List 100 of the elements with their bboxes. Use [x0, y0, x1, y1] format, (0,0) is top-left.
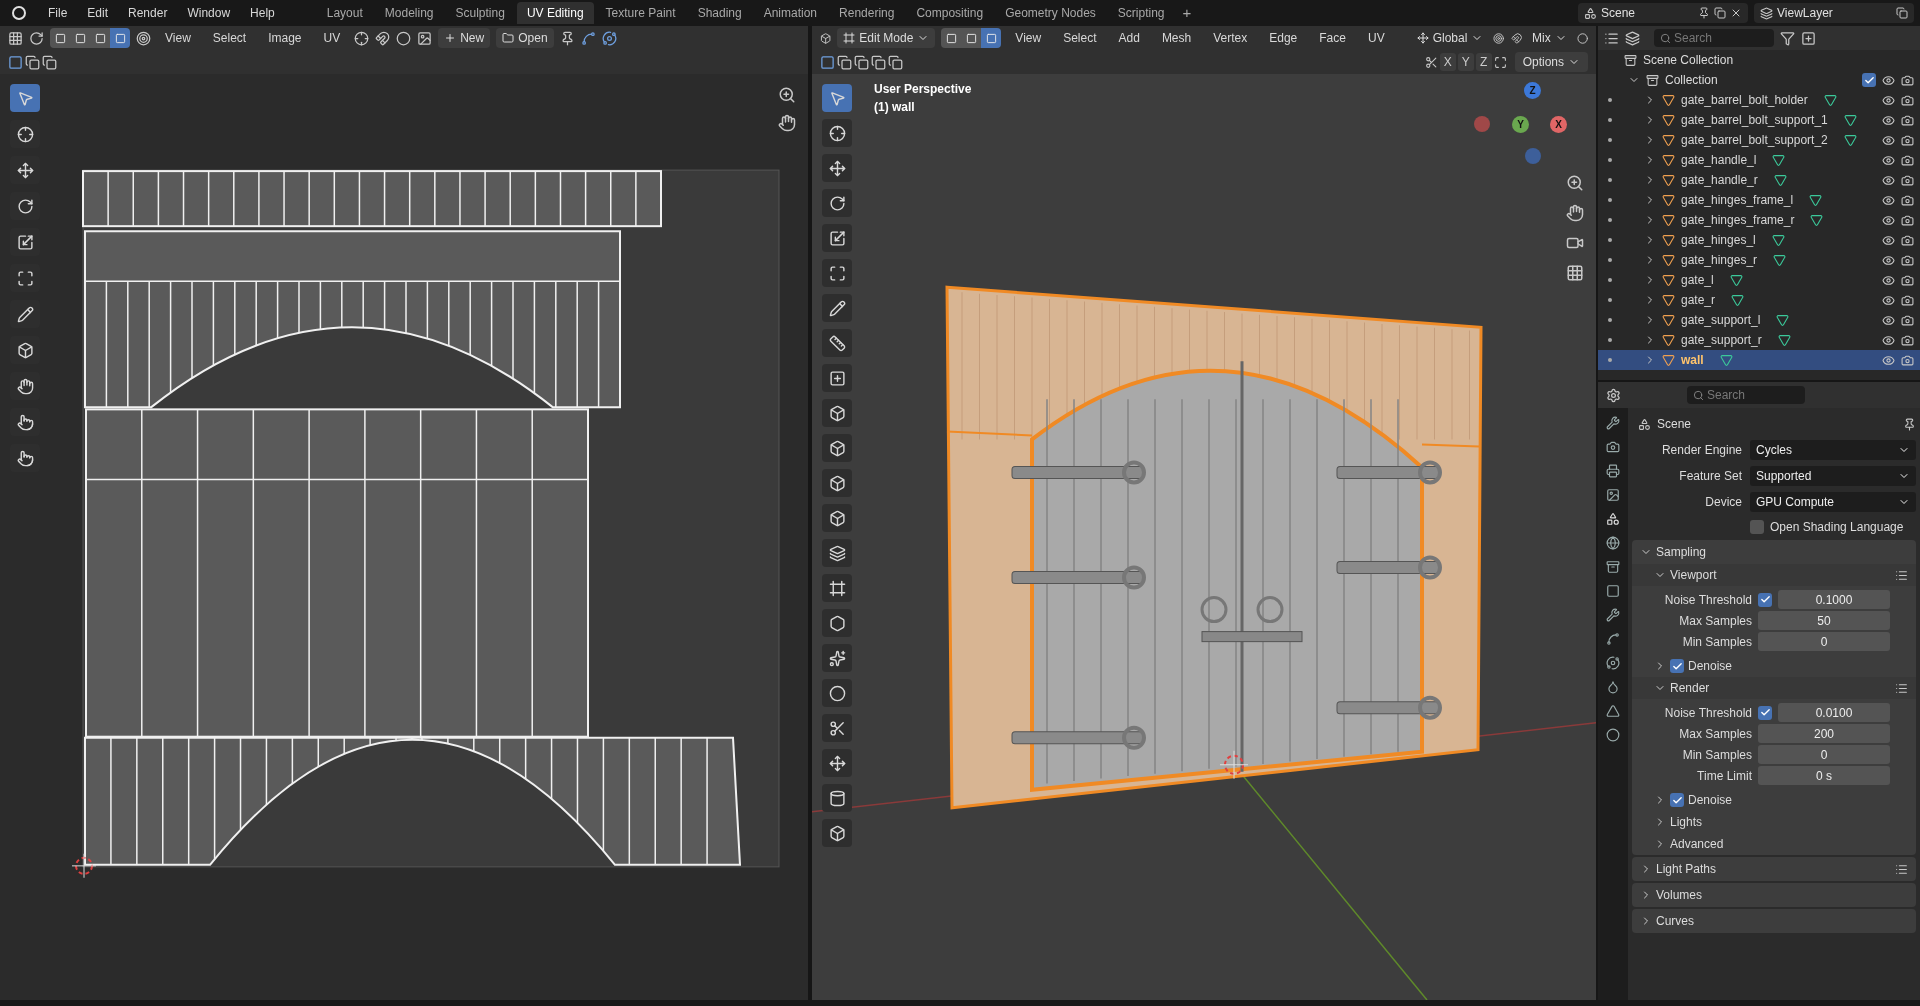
tool-button[interactable] — [822, 224, 852, 252]
tool-icon[interactable] — [1606, 416, 1620, 430]
subpanel-title[interactable]: Viewport — [1670, 566, 1717, 584]
visibility-icon[interactable] — [1882, 273, 1895, 287]
number-field[interactable]: 0.0100 — [1778, 703, 1890, 722]
menu-item[interactable]: Window — [179, 4, 239, 22]
mirror-axis-toggle[interactable]: Y — [1457, 53, 1474, 71]
number-field[interactable]: 0 s — [1758, 766, 1890, 785]
hand-icon[interactable] — [1566, 204, 1584, 222]
tool-button[interactable] — [822, 154, 852, 182]
search-field[interactable]: Search — [1654, 29, 1774, 47]
menu-item[interactable]: Help — [242, 4, 283, 22]
menu-item[interactable]: Face — [1311, 29, 1354, 47]
outliner-row[interactable]: gate_hinges_frame_l — [1598, 190, 1920, 210]
zoom-icon[interactable] — [778, 86, 796, 104]
outliner-row[interactable]: gate_handle_r — [1598, 170, 1920, 190]
tool-button[interactable] — [10, 84, 40, 112]
checkbox[interactable] — [1750, 520, 1764, 534]
menu-item[interactable]: UV — [1359, 29, 1393, 47]
outliner-row[interactable]: gate_support_r — [1598, 330, 1920, 350]
menu-item[interactable]: Add — [1110, 29, 1148, 47]
tool-button[interactable] — [822, 784, 852, 812]
number-field[interactable]: 200 — [1758, 724, 1890, 743]
presets-icon[interactable] — [1895, 568, 1908, 582]
panel-title[interactable]: Volumes — [1656, 886, 1703, 904]
scene-collection-label[interactable]: Scene Collection — [1643, 51, 1734, 69]
collection-label[interactable]: Collection — [1665, 71, 1718, 89]
tool-button[interactable] — [822, 469, 852, 497]
visibility-icon[interactable] — [1882, 73, 1895, 87]
orientation-dropdown[interactable]: Global — [1412, 28, 1488, 48]
number-field[interactable]: 0 — [1758, 632, 1890, 651]
visibility-icon[interactable] — [1882, 213, 1895, 227]
exclude-checkbox[interactable] — [1862, 73, 1876, 87]
panel-title[interactable]: Sampling — [1656, 543, 1707, 561]
workspace-tab[interactable]: Texture Paint — [595, 2, 686, 24]
menu-item[interactable]: Edge — [1261, 29, 1306, 47]
menu-item[interactable]: View — [1007, 29, 1050, 47]
render-icon[interactable] — [1901, 153, 1914, 167]
workspace-tab[interactable]: Layout — [316, 2, 373, 24]
visibility-icon[interactable] — [1882, 353, 1895, 367]
mode-dropdown[interactable]: Edit Mode — [837, 28, 936, 48]
visibility-icon[interactable] — [1882, 253, 1895, 267]
workspace-tab[interactable]: UV Editing — [516, 2, 594, 24]
select-extend-icon[interactable] — [25, 54, 40, 70]
render-icon[interactable] — [1901, 73, 1914, 87]
proportional-dropdown[interactable]: Mix — [1528, 28, 1571, 48]
render-icon[interactable] — [1901, 313, 1914, 327]
number-field[interactable]: 50 — [1758, 611, 1890, 630]
visibility-icon[interactable] — [1882, 93, 1895, 107]
tool-button[interactable] — [822, 539, 852, 567]
visibility-icon[interactable] — [1882, 193, 1895, 207]
render-icon[interactable] — [1901, 253, 1914, 267]
select-new-icon[interactable] — [820, 54, 835, 70]
close-icon[interactable] — [1730, 7, 1742, 19]
checkbox[interactable] — [1758, 592, 1772, 607]
visibility-icon[interactable] — [1882, 313, 1895, 327]
view-layer-selector[interactable]: ViewLayer — [1754, 3, 1914, 23]
pin-icon[interactable] — [1698, 7, 1710, 19]
mesh-data-icon[interactable] — [1606, 704, 1620, 718]
outliner-row[interactable]: gate_barrel_bolt_support_1 — [1598, 110, 1920, 130]
world-icon[interactable] — [1606, 536, 1620, 550]
image-icon[interactable] — [417, 30, 433, 46]
menu-item[interactable]: View — [157, 29, 199, 47]
tool-button[interactable] — [822, 714, 852, 742]
menu-item[interactable]: Render — [120, 4, 176, 22]
workspace-tab[interactable]: Rendering — [829, 2, 905, 24]
visibility-icon[interactable] — [1882, 173, 1895, 187]
axis-handle[interactable] — [1474, 116, 1490, 132]
grid-icon[interactable] — [1566, 264, 1584, 282]
render-icon[interactable] — [1901, 133, 1914, 147]
outliner-row[interactable]: gate_hinges_frame_r — [1598, 210, 1920, 230]
menu-item[interactable]: File — [40, 4, 76, 22]
open-image-button[interactable]: Open — [496, 28, 554, 48]
render-icon[interactable] — [1901, 273, 1914, 287]
select-subtract-icon[interactable] — [42, 54, 57, 70]
subpanel-title[interactable]: Render — [1670, 679, 1710, 697]
workspace-tab[interactable]: Geometry Nodes — [995, 2, 1106, 24]
zoom-icon[interactable] — [1566, 174, 1584, 192]
render-icon[interactable] — [1901, 353, 1914, 367]
select-mode-button[interactable] — [90, 28, 110, 48]
checkbox[interactable] — [1758, 705, 1772, 720]
modifier-icon[interactable] — [1606, 608, 1620, 622]
render-icon[interactable] — [1901, 113, 1914, 127]
2d-cursor-icon[interactable] — [71, 853, 97, 879]
select-mode-button[interactable] — [941, 28, 962, 48]
tool-button[interactable] — [822, 504, 852, 532]
outliner-row[interactable]: gate_l — [1598, 270, 1920, 290]
menu-item[interactable]: Vertex — [1205, 29, 1256, 47]
menu-item[interactable]: Select — [1055, 29, 1105, 47]
workspace-tab[interactable]: Animation — [753, 2, 828, 24]
new-image-button[interactable]: New — [438, 28, 491, 48]
tool-button[interactable] — [822, 119, 852, 147]
subpanel-title[interactable]: Denoise — [1688, 657, 1733, 675]
number-field[interactable]: 0.1000 — [1778, 590, 1890, 609]
visibility-icon[interactable] — [1882, 133, 1895, 147]
workspace-tab[interactable]: Modeling — [374, 2, 444, 24]
visibility-icon[interactable] — [1882, 113, 1895, 127]
checkbox[interactable] — [1670, 793, 1684, 807]
tool-button[interactable] — [822, 679, 852, 707]
checkbox[interactable] — [1670, 659, 1684, 673]
